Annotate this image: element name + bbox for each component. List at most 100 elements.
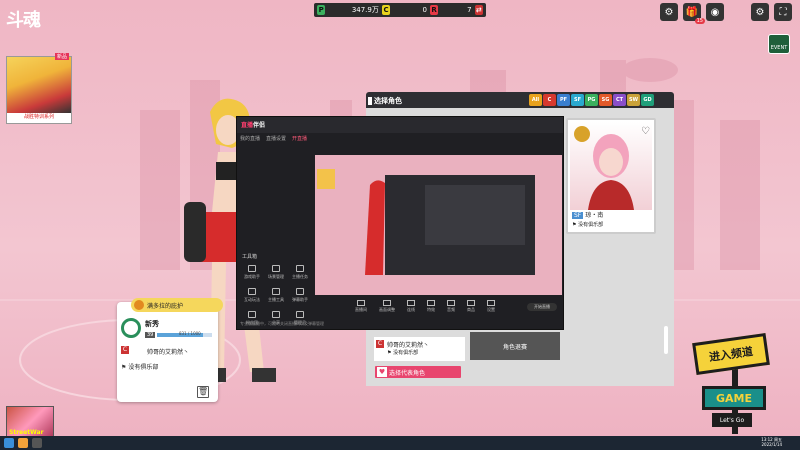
notification-badge: 15 xyxy=(694,18,705,24)
tool-icon xyxy=(248,311,256,318)
toolbar-item[interactable]: 音频 xyxy=(447,299,455,313)
stream-tabs: 我的直播 直播设置 开直播 xyxy=(240,135,307,142)
stream-preview xyxy=(315,155,562,295)
toolbox-grid: 游戏助手 场景管理 主播任务 互动玩法 主播工具 弹幕助手 粉丝团 分享 管理员 xyxy=(240,265,312,326)
toolbox-title: 工具箱 xyxy=(242,254,258,260)
fullscreen-icon[interactable]: ⛶ xyxy=(774,3,792,21)
toolbar-item[interactable]: 直播间 xyxy=(355,299,367,313)
r-points-value: 7 xyxy=(467,6,472,14)
trash-icon[interactable]: 🗑 xyxy=(197,386,209,398)
toolbar-icon xyxy=(383,299,391,306)
settings-icon[interactable]: ⚙ xyxy=(660,3,678,21)
toolbar-icon xyxy=(487,299,495,306)
stream-titlebar: 直播伴侣 xyxy=(237,117,563,133)
event-banner[interactable]: StreetWar xyxy=(6,406,54,440)
stream-tab[interactable]: 直播设置 xyxy=(266,135,286,142)
current-title-card[interactable]: C 帅哥的艾莉然丶 ⚑ 没有俱乐部 xyxy=(374,337,465,361)
stream-tab[interactable]: 我的直播 xyxy=(240,135,260,142)
toolbar-item[interactable]: 特效 xyxy=(427,299,435,313)
role-club: ⚑ 没有俱乐部 xyxy=(572,222,604,228)
blessing-header[interactable]: 满多拉的庇护 xyxy=(131,298,223,312)
filter-gd[interactable]: GD xyxy=(641,94,654,106)
panel-title: 选择角色 xyxy=(374,97,402,105)
tool-item[interactable]: 主播工具 xyxy=(264,288,288,303)
gear-icon[interactable]: ⚙ xyxy=(751,3,769,21)
toolbar-item[interactable]: 连线 xyxy=(407,299,415,313)
position-tag: C xyxy=(121,346,129,354)
windows-start-icon[interactable] xyxy=(4,438,14,448)
filter-sf[interactable]: SF xyxy=(571,94,584,106)
p-points-icon: P xyxy=(317,5,326,15)
club-label: ⚑ 没有俱乐部 xyxy=(121,362,158,371)
avatar-image xyxy=(7,57,71,113)
toolbar-icon xyxy=(447,299,455,306)
tool-item[interactable]: 游戏助手 xyxy=(240,265,264,280)
club-name: 没有俱乐部 xyxy=(128,364,159,371)
toolbar-icon xyxy=(467,299,475,306)
panel-scrollbar[interactable] xyxy=(664,326,668,354)
lets-go-label: Let's Go xyxy=(712,413,752,427)
filter-c[interactable]: C xyxy=(543,94,556,106)
taskbar-app-icon[interactable] xyxy=(32,438,42,448)
filter-sw[interactable]: SW xyxy=(627,94,640,106)
tool-item[interactable]: 弹幕助手 xyxy=(288,288,312,303)
shield-icon xyxy=(134,300,144,310)
tool-icon xyxy=(296,265,304,272)
currency-bar: P 347.9万 C 0 R 7 ⇄ xyxy=(314,3,486,17)
event-button[interactable]: EVENT xyxy=(768,34,790,54)
toolbar-item[interactable]: 画面调整 xyxy=(379,299,395,313)
role-retire-button[interactable]: 角色退赛 xyxy=(470,332,560,360)
filter-pg[interactable]: PG xyxy=(585,94,598,106)
enter-channel-sign[interactable]: 进入频道 GAME Let's Go xyxy=(688,302,788,434)
select-representative-button[interactable]: ♥ 选择代表角色 xyxy=(375,366,461,378)
streaming-app-window[interactable]: 直播伴侣 我的直播 直播设置 开直播 工具箱 游戏助手 场景管理 主播任务 互动玩法 主播工… xyxy=(236,116,564,330)
stream-tab[interactable]: 开直播 xyxy=(292,135,307,142)
level-badge: 39 xyxy=(145,332,156,338)
favorite-heart-icon[interactable]: ♡ xyxy=(641,126,650,137)
position-filters: All C PF SF PG SG CT SW GD xyxy=(529,94,654,106)
back-icon[interactable] xyxy=(368,97,372,105)
tool-item[interactable]: 互动玩法 xyxy=(240,288,264,303)
select-representative-label: 选择代表角色 xyxy=(389,369,426,377)
flag-icon: ⚑ xyxy=(121,364,127,371)
gift-icon[interactable]: 🎁 15 xyxy=(683,3,705,24)
filter-ct[interactable]: CT xyxy=(613,94,626,106)
heart-icon: ♥ xyxy=(377,367,387,377)
game-logo: 斗魂 xyxy=(6,10,41,31)
toolbar-item[interactable]: 设置 xyxy=(487,299,495,313)
tool-icon xyxy=(272,265,280,272)
tool-item[interactable]: 场景管理 xyxy=(264,265,288,280)
player-avatar[interactable]: 新品 战胜特训系列 xyxy=(6,53,72,124)
stream-logo-a: 直播 xyxy=(241,122,254,129)
tool-icon xyxy=(296,311,304,318)
tool-item[interactable]: 主播任务 xyxy=(288,265,312,280)
mission-icon[interactable]: ◉ xyxy=(706,3,724,21)
tool-icon xyxy=(248,288,256,295)
filter-pf[interactable]: PF xyxy=(557,94,570,106)
clock[interactable]: 13:12 周五 2022/1/14 xyxy=(761,437,782,447)
top-right-icons: ⚙ 🎁 15 ◉ ⚙ ⛶ xyxy=(660,3,792,24)
add-currency-icon[interactable]: ⇄ xyxy=(474,5,483,15)
p-points-value: 347.9万 xyxy=(351,6,379,14)
tool-icon xyxy=(296,288,304,295)
selected-role-card[interactable]: ♡ SF 琼・南 ⚑ 没有俱乐部 xyxy=(566,118,656,234)
stream-logo-b: 伴侣 xyxy=(253,122,266,129)
player-title: 帅哥的艾莉然丶 xyxy=(147,349,190,356)
avatar-caption: 战胜特训系列 xyxy=(23,114,54,120)
position-tag-c: C xyxy=(376,340,384,348)
role-position-badge: SF xyxy=(572,212,584,219)
taskbar-app-icon[interactable] xyxy=(18,438,28,448)
toolbar-item[interactable]: 商品 xyxy=(467,299,475,313)
c-points-value: 0 xyxy=(422,6,427,14)
start-stream-button[interactable]: 开始直播 xyxy=(527,303,557,311)
r-points-icon: R xyxy=(429,5,439,15)
current-club-text: 没有俱乐部 xyxy=(393,350,419,356)
toolbar-icon xyxy=(427,299,435,306)
filter-all[interactable]: All xyxy=(529,94,542,106)
c-points-icon: C xyxy=(381,5,391,15)
stream-sidebar: 工具箱 游戏助手 场景管理 主播任务 互动玩法 主播工具 弹幕助手 粉丝团 分享 管理员 xyxy=(237,145,313,325)
filter-sg[interactable]: SG xyxy=(599,94,612,106)
toolbar-icon xyxy=(357,299,365,306)
role-name: SF 琼・南 xyxy=(572,210,603,219)
stream-toolbar: 直播间 画面调整 连线 特效 音频 商品 设置 xyxy=(315,297,562,315)
